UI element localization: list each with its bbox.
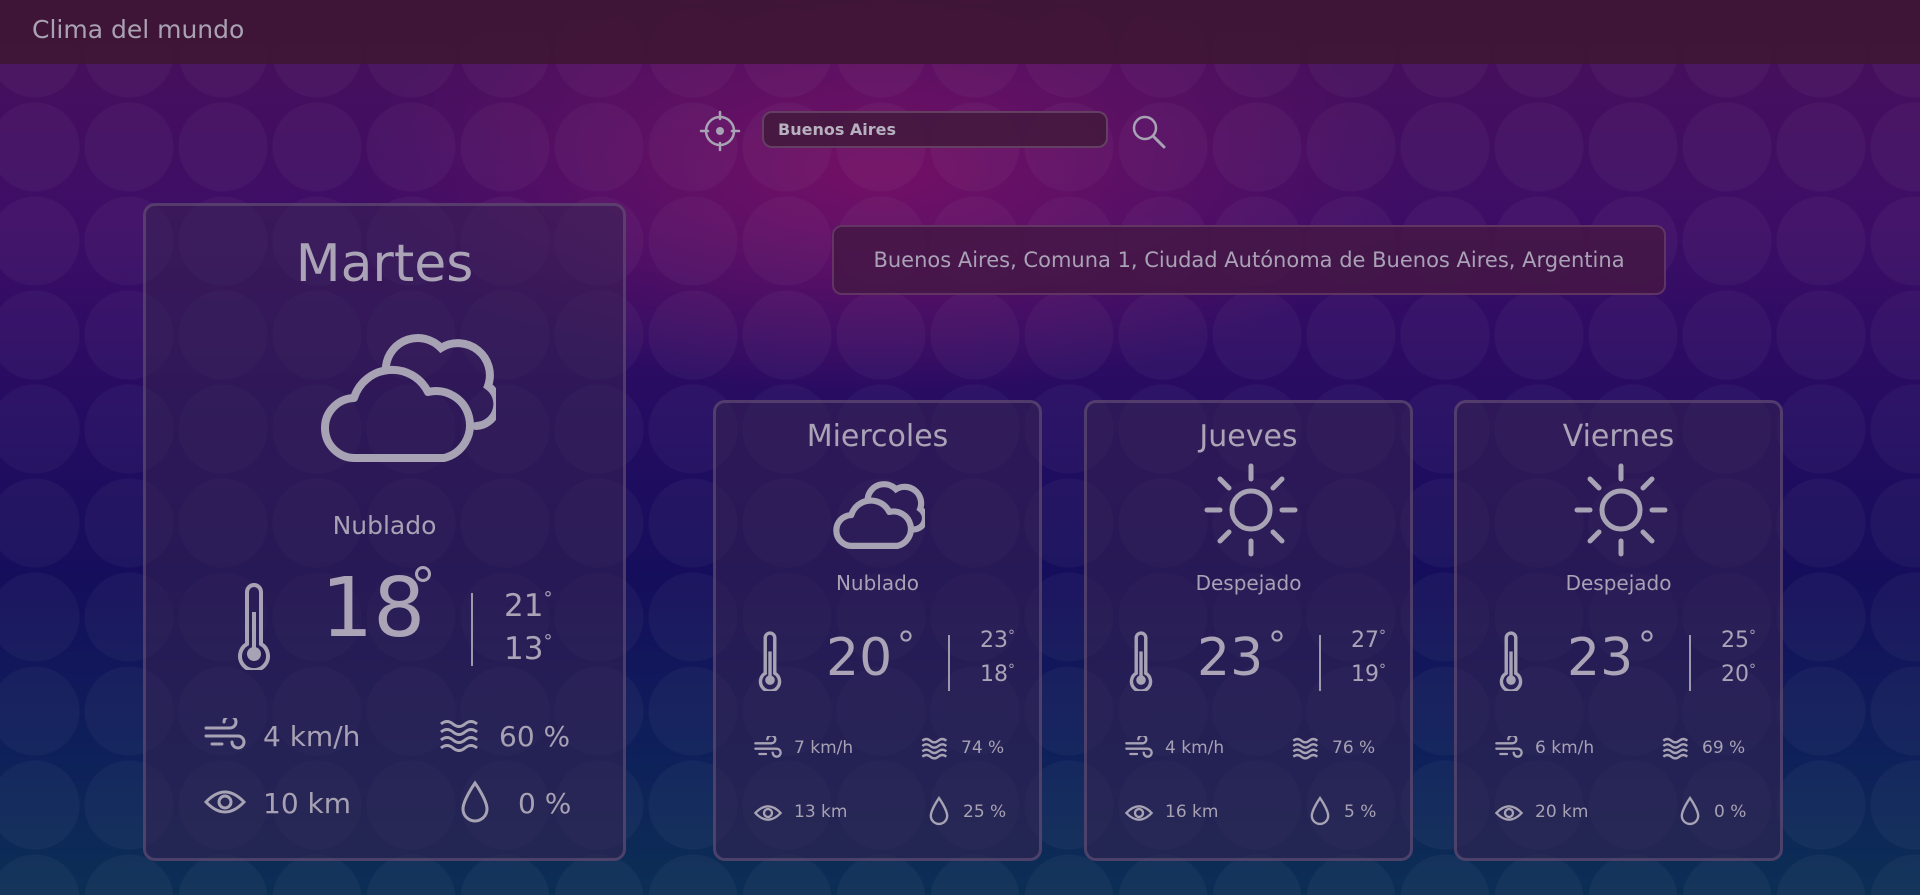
thermometer-icon <box>1129 631 1153 691</box>
temp-divider <box>1319 635 1321 691</box>
max-temp: 21 ° <box>504 588 553 624</box>
wind-speed: 4 km/h <box>263 720 361 753</box>
humidity-value: 76 % <box>1332 738 1376 758</box>
forecast-card-2: Jueves Despejado 23 27 ° 19 ° 4 km/h 76 % … <box>1084 400 1413 861</box>
partly-cloudy-icon <box>321 334 496 463</box>
humidity-value: 60 % <box>499 720 571 753</box>
humidity-waves-icon <box>440 720 478 752</box>
wind-speed: 4 km/h <box>1165 738 1225 758</box>
raindrop-icon <box>1680 796 1700 826</box>
search-icon <box>1132 115 1166 149</box>
condition-label: Nublado <box>835 571 920 595</box>
search-input[interactable] <box>764 113 1106 146</box>
visibility-value: 10 km <box>263 787 352 820</box>
precipitation-value: 0 % <box>1714 802 1747 822</box>
locate-button[interactable] <box>699 110 741 152</box>
visibility-value: 20 km <box>1535 802 1589 822</box>
crosshair-icon <box>699 110 741 152</box>
precipitation-value: 5 % <box>1344 802 1377 822</box>
condition-label: Nublado <box>332 511 437 540</box>
forecast-card-1: Miercoles Nublado 20 23 ° 18 ° 7 km/h 74 %… <box>713 400 1042 861</box>
condition-label: Despejado <box>1565 571 1672 595</box>
min-temp: 20 ° <box>1721 662 1756 687</box>
humidity-waves-icon <box>921 737 948 760</box>
top-bar: Clima del mundo <box>0 0 1920 64</box>
condition-label: Despejado <box>1195 571 1302 595</box>
app-title: Clima del mundo <box>32 15 245 44</box>
sun-icon <box>1574 463 1668 557</box>
wind-icon <box>754 736 782 758</box>
partly-cloudy-icon <box>833 481 925 549</box>
degree-symbol <box>415 566 431 582</box>
eye-icon <box>204 790 246 814</box>
thermometer-icon <box>758 631 782 691</box>
today-card: Martes Nublado 18 21 ° 13 ° 4 km/h 60 % 10… <box>143 203 626 861</box>
location-display: Buenos Aires, Comuna 1, Ciudad Autónoma … <box>832 225 1666 295</box>
eye-icon <box>1495 805 1523 821</box>
wind-icon <box>1125 736 1153 758</box>
sun-icon <box>1204 463 1298 557</box>
min-temp: 19 ° <box>1351 662 1386 687</box>
min-temp: 18 ° <box>980 662 1015 687</box>
humidity-value: 69 % <box>1702 738 1746 758</box>
max-temp: 27 ° <box>1351 628 1386 653</box>
day-name: Jueves <box>1199 419 1298 454</box>
wind-icon <box>204 718 246 750</box>
search-box <box>762 111 1108 148</box>
eye-icon <box>754 805 782 821</box>
current-temp: 18 <box>321 561 426 656</box>
temp-divider <box>1689 635 1691 691</box>
humidity-value: 74 % <box>961 738 1005 758</box>
degree-symbol <box>1641 630 1653 642</box>
forecast-temp: 20 <box>826 628 893 688</box>
day-name: Martes <box>295 234 474 294</box>
thermometer-icon <box>1499 631 1523 691</box>
day-name: Miercoles <box>806 419 949 454</box>
eye-icon <box>1125 805 1153 821</box>
wind-speed: 7 km/h <box>794 738 854 758</box>
degree-symbol <box>900 630 912 642</box>
thermometer-icon <box>238 583 270 670</box>
min-temp: 13 ° <box>504 631 553 667</box>
raindrop-icon <box>1310 796 1330 826</box>
raindrop-icon <box>461 780 489 823</box>
precipitation-value: 0 % <box>518 787 572 820</box>
visibility-value: 16 km <box>1165 802 1219 822</box>
temp-divider <box>948 635 950 691</box>
humidity-waves-icon <box>1662 737 1689 760</box>
forecast-temp: 23 <box>1197 628 1264 688</box>
precipitation-value: 25 % <box>963 802 1007 822</box>
forecast-temp: 23 <box>1567 628 1634 688</box>
forecast-card-3: Viernes Despejado 23 25 ° 20 ° 6 km/h 69 %… <box>1454 400 1783 861</box>
max-temp: 23 ° <box>980 628 1015 653</box>
humidity-waves-icon <box>1292 737 1319 760</box>
wind-icon <box>1495 736 1523 758</box>
temp-divider <box>471 593 473 666</box>
search-button[interactable] <box>1128 111 1170 153</box>
visibility-value: 13 km <box>794 802 848 822</box>
degree-symbol <box>1271 630 1283 642</box>
max-temp: 25 ° <box>1721 628 1756 653</box>
raindrop-icon <box>929 796 949 826</box>
day-name: Viernes <box>1562 419 1675 454</box>
wind-speed: 6 km/h <box>1535 738 1595 758</box>
